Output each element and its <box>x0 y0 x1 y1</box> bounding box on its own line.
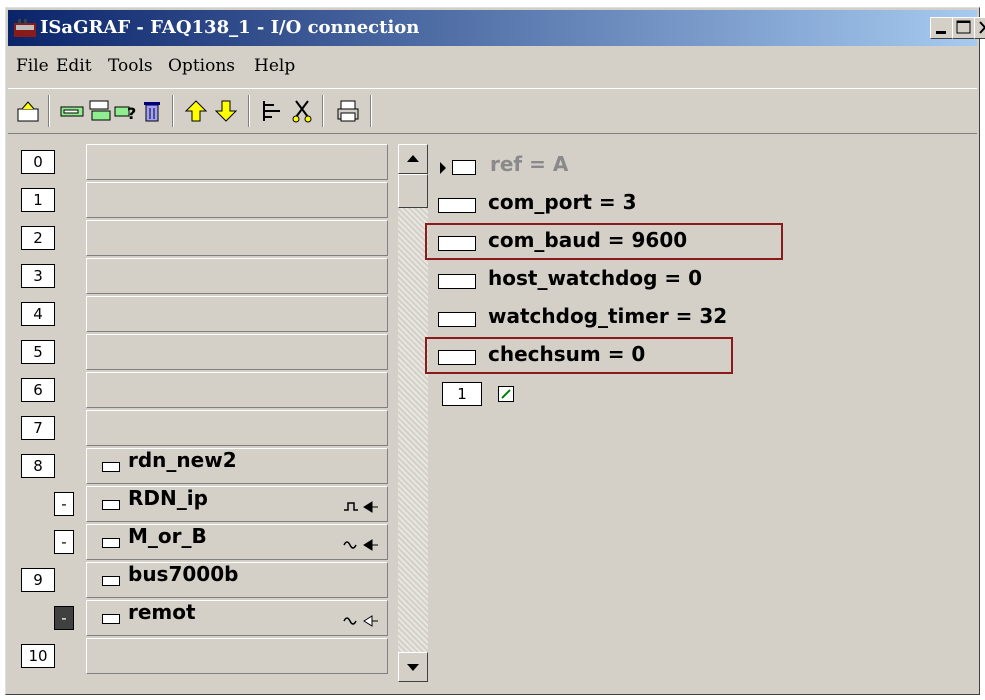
down-arrow-icon[interactable] <box>214 99 238 123</box>
slot-number[interactable]: 9 <box>21 568 55 592</box>
scroll-thumb[interactable] <box>398 174 428 208</box>
minimize-icon <box>936 31 946 34</box>
param-com-port[interactable]: com_port = 3 <box>488 190 637 214</box>
slot-number[interactable]: - <box>54 492 74 516</box>
slot-label: M_or_B <box>128 524 207 548</box>
module-icon <box>102 538 120 548</box>
slot-label: rdn_new2 <box>128 448 237 472</box>
open-icon[interactable] <box>16 99 40 123</box>
close-button[interactable] <box>974 17 985 39</box>
parameter-icon <box>452 160 476 175</box>
menu-tools[interactable]: Tools <box>108 56 153 76</box>
app-icon <box>14 19 36 37</box>
down-triangle-icon <box>407 664 419 671</box>
up-triangle-icon <box>407 155 419 162</box>
delete-icon[interactable] <box>140 99 164 123</box>
vertical-scrollbar[interactable] <box>398 144 428 682</box>
highlight-box <box>425 337 733 374</box>
toolbar-separator <box>370 95 372 127</box>
toolbar: ? <box>8 88 977 134</box>
slot-cell[interactable] <box>86 638 388 674</box>
slot-number[interactable]: 8 <box>21 454 55 478</box>
pulse-input-icon <box>344 501 378 513</box>
slot-cell[interactable] <box>86 296 388 332</box>
parameter-icon <box>438 274 476 289</box>
slot-cell[interactable] <box>86 144 388 180</box>
copy-board-icon[interactable] <box>88 99 112 123</box>
slot-number[interactable]: - <box>54 606 74 630</box>
param-ref: ref = A <box>490 152 569 176</box>
slot-number[interactable]: 4 <box>21 302 55 326</box>
maximize-button[interactable] <box>952 17 976 39</box>
io-panel: 0 1 2 3 4 5 6 7 8 - - 9 - 10 rdn_new2 RD… <box>18 144 978 686</box>
up-arrow-icon[interactable] <box>184 99 208 123</box>
toolbar-separator <box>172 95 174 127</box>
menu-bar: File Edit Tools Options Help <box>8 48 977 84</box>
maximize-icon <box>956 20 971 34</box>
slot-number[interactable]: - <box>54 530 74 554</box>
menu-file[interactable]: File <box>16 56 49 76</box>
board-icon <box>102 462 120 472</box>
minimize-button[interactable] <box>930 17 954 39</box>
analog-input-icon <box>343 539 378 551</box>
slot-number[interactable]: 10 <box>21 644 55 668</box>
board-icon[interactable] <box>60 99 84 123</box>
slot-number[interactable]: 5 <box>21 340 55 364</box>
slot-number[interactable]: 0 <box>21 150 55 174</box>
slot-label: bus7000b <box>128 562 239 586</box>
menu-edit[interactable]: Edit <box>56 56 92 76</box>
menu-help[interactable]: Help <box>254 56 295 76</box>
highlight-box <box>425 223 783 260</box>
scroll-up-button[interactable] <box>398 144 428 174</box>
slot-cell[interactable] <box>86 182 388 218</box>
module-icon <box>102 614 120 624</box>
slot-cell[interactable] <box>86 410 388 446</box>
title-bar[interactable]: ISaGRAF - FAQ138_1 - I/O connection <box>8 10 985 46</box>
parameter-icon <box>438 312 476 327</box>
help-icon[interactable]: ? <box>114 99 138 123</box>
tree-icon[interactable] <box>260 99 284 123</box>
board-icon <box>102 576 120 586</box>
app-window: ISaGRAF - FAQ138_1 - I/O connection File… <box>5 7 985 695</box>
slot-number[interactable]: 7 <box>21 416 55 440</box>
toolbar-separator <box>248 95 250 127</box>
parameter-icon <box>438 198 476 213</box>
menu-options[interactable]: Options <box>168 56 235 76</box>
toolbar-separator <box>48 95 50 127</box>
cut-icon[interactable] <box>290 99 314 123</box>
scroll-down-button[interactable] <box>398 652 428 682</box>
print-icon[interactable] <box>336 99 360 123</box>
slot-cell[interactable] <box>86 372 388 408</box>
close-icon <box>979 21 985 34</box>
slot-number[interactable]: 6 <box>21 378 55 402</box>
slot-number[interactable]: 2 <box>21 226 55 250</box>
toolbar-separator <box>322 95 324 127</box>
edit-icon[interactable] <box>498 386 514 402</box>
channel-number[interactable]: 1 <box>442 382 482 406</box>
slot-label: remot <box>128 600 196 624</box>
module-icon <box>102 500 120 510</box>
expand-arrow-icon[interactable] <box>438 162 448 174</box>
slot-cell[interactable] <box>86 220 388 256</box>
window-title: ISaGRAF - FAQ138_1 - I/O connection <box>40 17 420 38</box>
slot-number[interactable]: 1 <box>21 188 55 212</box>
slot-cell[interactable] <box>86 334 388 370</box>
slot-cell[interactable] <box>86 258 388 294</box>
param-host-watchdog[interactable]: host_watchdog = 0 <box>488 266 702 290</box>
param-watchdog-timer[interactable]: watchdog_timer = 32 <box>488 304 727 328</box>
slot-label: RDN_ip <box>128 486 208 510</box>
analog-output-icon <box>343 615 378 627</box>
svg-text:?: ? <box>127 104 136 123</box>
slot-number[interactable]: 3 <box>21 264 55 288</box>
